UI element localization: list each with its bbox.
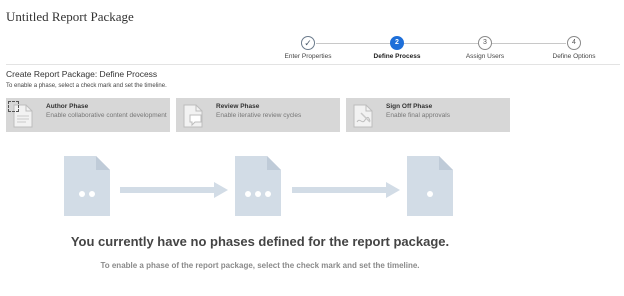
document-comment-icon: [183, 104, 203, 128]
process-train: ✓ Enter Properties 2 Define Process 3 As…: [0, 0, 624, 70]
arrow-right-icon: [292, 182, 400, 198]
phase-description: Enable iterative review cycles: [216, 112, 302, 119]
train-step-enter-properties[interactable]: ✓ Enter Properties: [268, 36, 348, 60]
empty-state-title: You currently have no phases defined for…: [70, 234, 450, 249]
step-label: Define Options: [552, 53, 596, 60]
header-divider: [6, 64, 620, 65]
document-icon: [407, 156, 453, 216]
author-phase-checkbox[interactable]: [8, 101, 19, 112]
document-icon: [235, 156, 281, 216]
train-step-assign-users[interactable]: 3 Assign Users: [445, 36, 525, 60]
arrow-right-icon: [120, 182, 228, 198]
phase-title: Author Phase: [46, 103, 89, 110]
instructions-text: To enable a phase, select a check mark a…: [6, 83, 167, 89]
train-connector-line: [316, 43, 566, 44]
step-label: Define Process: [373, 53, 421, 60]
phase-description: Enable collaborative content development: [46, 112, 167, 119]
step-number: 4: [567, 36, 581, 50]
step-label: Assign Users: [465, 53, 505, 60]
empty-state-subtitle: To enable a phase of the report package,…: [100, 261, 420, 270]
phase-title: Review Phase: [216, 103, 260, 110]
phase-card-sign-off[interactable]: Sign Off Phase Enable final approvals: [346, 98, 510, 132]
step-number: 2: [390, 36, 404, 50]
phase-card-author[interactable]: Author Phase Enable collaborative conten…: [6, 98, 170, 132]
document-icon: [64, 156, 110, 216]
step-label: Enter Properties: [284, 53, 332, 60]
checkmark-icon: ✓: [301, 36, 315, 50]
phase-title: Sign Off Phase: [386, 103, 433, 110]
step-number: 3: [478, 36, 492, 50]
document-signature-icon: [353, 104, 373, 128]
phase-card-review[interactable]: Review Phase Enable iterative review cyc…: [176, 98, 340, 132]
section-title: Create Report Package: Define Process: [6, 69, 158, 79]
train-step-define-process[interactable]: 2 Define Process: [357, 36, 437, 60]
empty-state-illustration: [0, 150, 624, 220]
train-step-define-options[interactable]: 4 Define Options: [534, 36, 614, 60]
phase-description: Enable final approvals: [386, 112, 450, 119]
